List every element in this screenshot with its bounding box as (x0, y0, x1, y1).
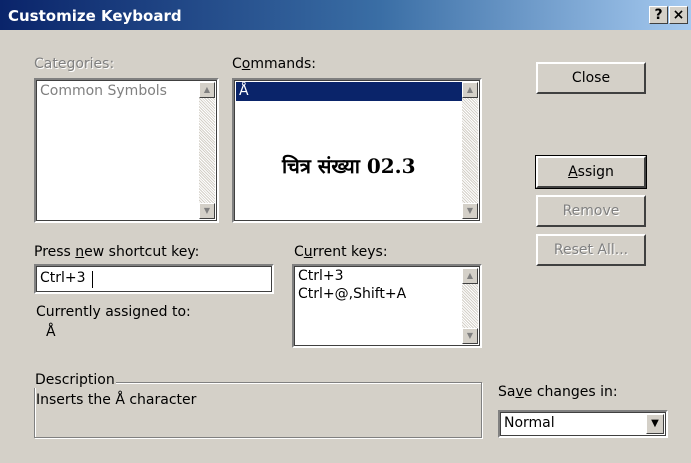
categories-label: Categories: (34, 56, 115, 72)
scroll-down-arrow-icon[interactable]: ▼ (462, 203, 478, 219)
assigned-value: Å (46, 324, 56, 340)
commands-list[interactable]: Å ▲ ▼ (232, 78, 482, 223)
scroll-up-arrow-icon[interactable]: ▲ (199, 82, 215, 98)
description-title: Description (34, 372, 116, 388)
list-item[interactable]: Ctrl+3 (298, 268, 344, 284)
close-window-button[interactable]: × (669, 6, 688, 24)
remove-button[interactable]: Remove (536, 195, 646, 227)
save-in-dropdown[interactable]: Normal ▼ (498, 410, 668, 438)
assign-button[interactable]: Assign (535, 155, 647, 189)
categories-scrollbar[interactable]: ▲ ▼ (199, 82, 215, 219)
label-part: C (294, 244, 304, 260)
list-item[interactable]: Common Symbols (40, 83, 167, 99)
current-keys-label: Current keys: (294, 244, 388, 260)
current-keys-scrollbar[interactable]: ▲ ▼ (462, 268, 478, 344)
description-text: Inserts the Å character (36, 392, 197, 408)
label-accelerator: u (303, 244, 313, 260)
label-part: C (232, 56, 242, 72)
label-accelerator: n (75, 244, 85, 260)
scroll-up-arrow-icon[interactable]: ▲ (462, 82, 478, 98)
label-part: Sa (498, 384, 516, 400)
reset-all-button[interactable]: Reset All... (536, 234, 646, 266)
save-in-label: Save changes in: (498, 384, 618, 400)
label-part: ew shortcut key: (84, 244, 200, 260)
list-item-selected[interactable]: Å (236, 82, 462, 101)
label-part: mmands: (250, 56, 316, 72)
scroll-down-arrow-icon[interactable]: ▼ (199, 203, 215, 219)
shortcut-input[interactable]: Ctrl+3 (34, 264, 274, 294)
shortcut-label: Press new shortcut key: (34, 244, 199, 260)
save-in-value: Normal (504, 415, 555, 431)
label-part: ssign (577, 164, 614, 180)
label-part: e changes in: (523, 384, 618, 400)
help-button[interactable]: ? (649, 6, 668, 24)
shortcut-value: Ctrl+3 (40, 270, 86, 286)
dropdown-arrow-icon[interactable]: ▼ (646, 414, 664, 434)
commands-scrollbar[interactable]: ▲ ▼ (462, 82, 478, 219)
commands-label: Commands: (232, 56, 316, 72)
window-title: Customize Keyboard (8, 7, 182, 25)
close-button[interactable]: Close (536, 62, 646, 94)
description-group (34, 382, 482, 438)
label-accelerator: A (568, 164, 578, 180)
categories-list[interactable]: Common Symbols ▲ ▼ (34, 78, 219, 223)
label-accelerator: v (515, 384, 524, 400)
label-part: Press (34, 244, 76, 260)
label-part: rrent keys: (312, 244, 388, 260)
assigned-label: Currently assigned to: (36, 304, 191, 320)
current-keys-list[interactable]: Ctrl+3 Ctrl+@,Shift+A ▲ ▼ (292, 264, 482, 348)
scroll-up-arrow-icon[interactable]: ▲ (462, 268, 478, 284)
scroll-down-arrow-icon[interactable]: ▼ (462, 328, 478, 344)
figure-caption: चित्र संख्या 02.3 (282, 154, 416, 178)
text-cursor (92, 271, 93, 288)
title-bar[interactable]: Customize Keyboard ? × (0, 0, 691, 30)
list-item[interactable]: Ctrl+@,Shift+A (298, 286, 406, 302)
